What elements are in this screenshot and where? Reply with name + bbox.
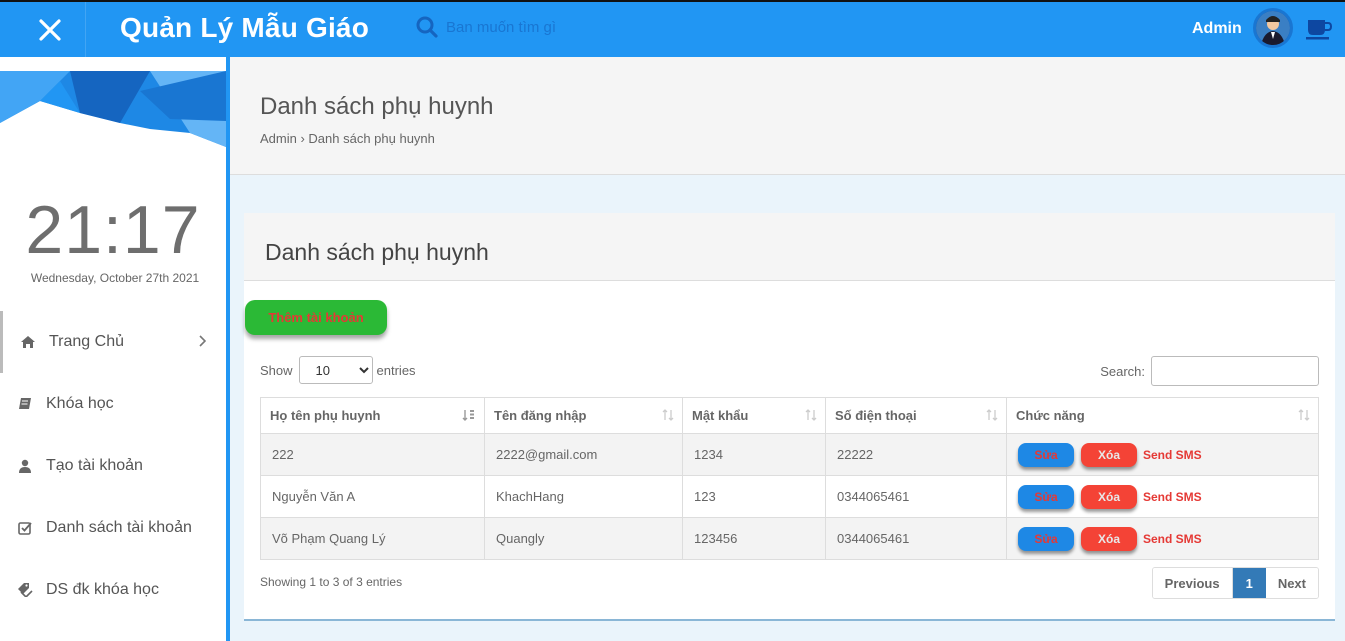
cell-phone: 0344065461 (825, 517, 1007, 560)
cell-actions: Sửa Xóa Send SMS (1006, 517, 1319, 560)
cell-actions: Sửa Xóa Send SMS (1006, 433, 1319, 476)
send-sms-link[interactable]: Send SMS (1143, 532, 1202, 546)
app-brand[interactable]: Quản Lý Mẫu Giáo (120, 12, 369, 44)
page-title: Danh sách phụ huynh (260, 93, 494, 120)
column-header-actions[interactable]: Chức năng (1006, 397, 1319, 434)
entries-label: entries (376, 362, 416, 378)
page-length-control: Show 10 25 50 100 entries (260, 356, 416, 384)
card-title: Danh sách phụ huynh (265, 239, 489, 265)
page-1-button[interactable]: 1 (1232, 568, 1266, 598)
cell-name: Nguyễn Văn A (260, 475, 485, 518)
search-icon[interactable] (416, 16, 438, 38)
send-sms-link[interactable]: Send SMS (1143, 448, 1202, 462)
global-search (416, 16, 646, 38)
edit-button[interactable]: Sửa (1018, 484, 1074, 509)
cell-phone: 0344065461 (825, 475, 1007, 518)
cell-actions: Sửa Xóa Send SMS (1006, 475, 1319, 518)
card-header: Danh sách phụ huynh (244, 213, 1335, 281)
sidebar-item-danh-sach-tai-khoan[interactable]: Danh sách tài khoản (0, 497, 226, 559)
cell-password: 123456 (682, 517, 826, 560)
breadcrumb[interactable]: Admin › Danh sách phụ huynh (260, 131, 435, 146)
sidebar-item-label: Tạo tài khoản (46, 457, 143, 474)
sort-icon (662, 409, 674, 421)
cell-password: 1234 (682, 433, 826, 476)
cell-name: Võ Phạm Quang Lý (260, 517, 485, 560)
pagination: Previous 1 Next (1151, 567, 1319, 599)
column-header-name[interactable]: Họ tên phụ huynh (260, 397, 485, 434)
sidebar-item-label: Trang Chủ (49, 333, 124, 350)
cell-username: Quangly (484, 517, 683, 560)
user-icon (16, 459, 34, 473)
user-name[interactable]: Admin (1192, 20, 1242, 38)
tags-icon (16, 583, 34, 597)
global-search-input[interactable] (446, 18, 646, 36)
add-account-button[interactable]: Thêm tài khoản (245, 300, 387, 335)
edit-button[interactable]: Sửa (1018, 526, 1074, 551)
clock-date: Wednesday, October 27th 2021 (30, 271, 200, 285)
sidebar-item-ds-dk-khoa-hoc[interactable]: DS đk khóa học (0, 559, 226, 621)
page-length-select[interactable]: 10 25 50 100 (298, 356, 373, 384)
cell-phone: 22222 (825, 433, 1007, 476)
cell-name: 222 (260, 433, 485, 476)
send-sms-link[interactable]: Send SMS (1143, 490, 1202, 504)
table-search-input[interactable] (1151, 356, 1319, 386)
column-header-phone[interactable]: Số điện thoại (825, 397, 1007, 434)
parents-table: Họ tên phụ huynh Tên đăng nhập Mật khẩu … (260, 397, 1319, 560)
column-header-username[interactable]: Tên đăng nhập (484, 397, 683, 434)
sidebar-item-tao-tai-khoan[interactable]: Tạo tài khoản (0, 435, 226, 497)
table-info: Showing 1 to 3 of 3 entries (260, 575, 403, 589)
sidebar-item-label: DS đk khóa học (46, 581, 159, 598)
book-icon (16, 397, 34, 411)
delete-button[interactable]: Xóa (1081, 442, 1137, 467)
chevron-right-icon (198, 334, 207, 352)
home-icon (19, 335, 37, 349)
search-label: Search: (1100, 363, 1145, 379)
table-row: Võ Phạm Quang Lý Quangly 123456 03440654… (260, 517, 1319, 560)
show-label: Show (260, 362, 293, 378)
column-header-password[interactable]: Mật khẩu (682, 397, 826, 434)
cell-password: 123 (682, 475, 826, 518)
edit-button[interactable]: Sửa (1018, 442, 1074, 467)
coffee-icon[interactable] (1306, 18, 1333, 45)
sort-icon (1298, 409, 1310, 421)
sort-asc-icon (462, 410, 474, 421)
cell-username: 2222@gmail.com (484, 433, 683, 476)
sidebar-item-label: Khóa học (46, 395, 114, 412)
sidebar-menu: Trang Chủ Khóa học Tạo tài khoản Danh sá… (0, 311, 226, 621)
delete-button[interactable]: Xóa (1081, 526, 1137, 551)
check-square-icon (16, 521, 34, 535)
sidebar-banner-image (0, 71, 226, 151)
close-sidebar-button[interactable] (14, 2, 86, 57)
cell-username: KhachHang (484, 475, 683, 518)
sidebar-item-label: Danh sách tài khoản (46, 519, 192, 536)
table-search: Search: (1100, 356, 1319, 386)
sidebar-item-khoa-hoc[interactable]: Khóa học (0, 373, 226, 435)
table-header-row: Họ tên phụ huynh Tên đăng nhập Mật khẩu … (260, 397, 1319, 434)
next-page-button[interactable]: Next (1265, 568, 1318, 598)
close-icon (38, 18, 61, 41)
avatar[interactable] (1253, 8, 1293, 48)
sort-icon (986, 409, 998, 421)
delete-button[interactable]: Xóa (1081, 484, 1137, 509)
page-header: Danh sách phụ huynh Admin › Danh sách ph… (230, 57, 1345, 175)
sort-icon (805, 409, 817, 421)
clock-time: 21:17 (25, 192, 201, 268)
top-navbar: Quản Lý Mẫu Giáo Admin (0, 0, 1345, 57)
table-row: Nguyễn Văn A KhachHang 123 0344065461 Sử… (260, 475, 1319, 518)
previous-page-button[interactable]: Previous (1152, 568, 1233, 598)
parents-list-card: Danh sách phụ huynh Thêm tài khoản Show … (244, 213, 1335, 621)
sidebar: 21:17 Wednesday, October 27th 2021 Trang… (0, 57, 230, 641)
sidebar-item-trang-chu[interactable]: Trang Chủ (0, 311, 226, 373)
table-row: 222 2222@gmail.com 1234 22222 Sửa Xóa Se… (260, 433, 1319, 476)
